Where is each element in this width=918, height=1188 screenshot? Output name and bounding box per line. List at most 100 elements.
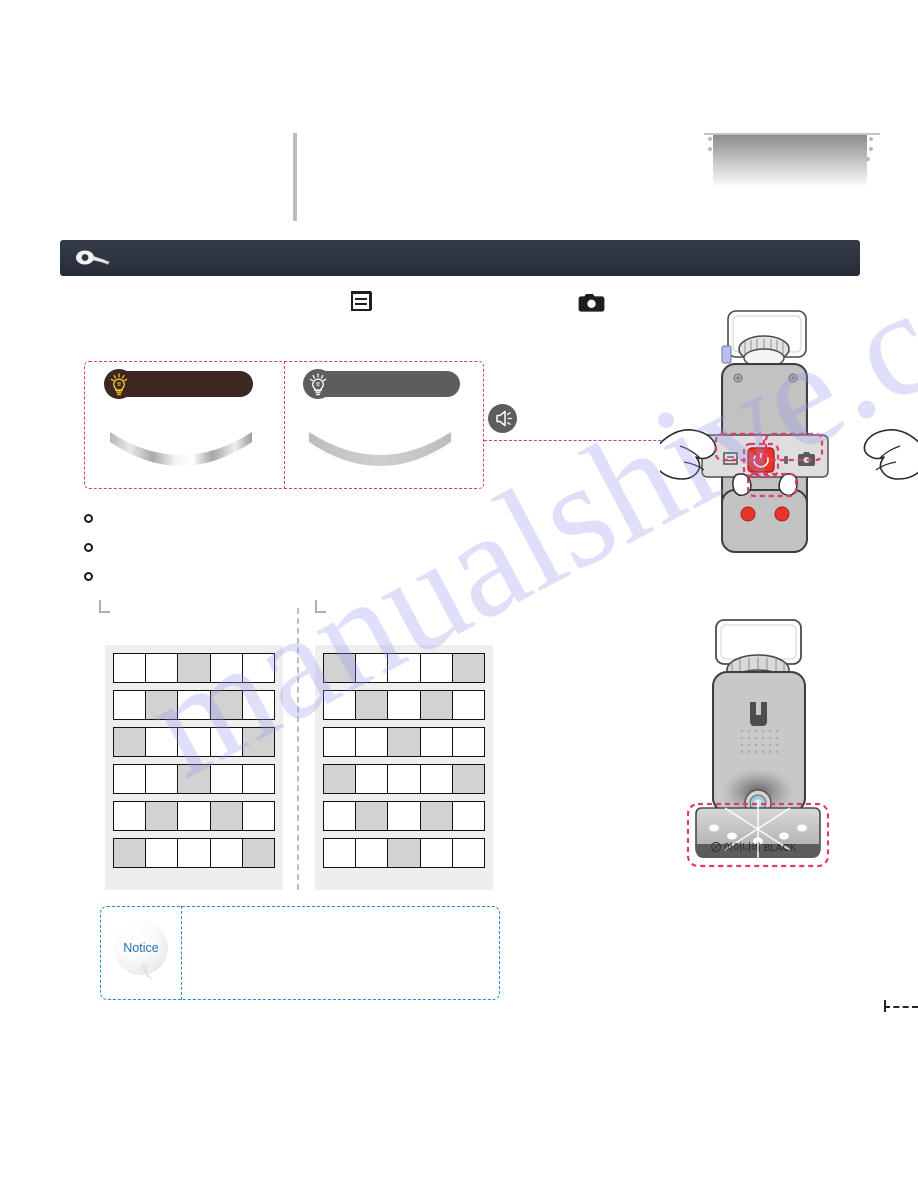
tab-dot xyxy=(866,157,870,161)
table-cell xyxy=(242,765,275,793)
bullet-marker xyxy=(84,572,93,581)
table-cell xyxy=(146,728,179,756)
table-cell xyxy=(210,765,243,793)
table-cell xyxy=(356,691,389,719)
tab-dot xyxy=(869,137,873,141)
table-cell xyxy=(452,839,485,867)
table-cell xyxy=(452,765,485,793)
table-cell xyxy=(420,654,453,682)
device-held-in-hands-illustration xyxy=(660,310,918,553)
table-cell xyxy=(324,839,357,867)
table-cell xyxy=(146,765,179,793)
table-cell xyxy=(356,765,389,793)
table-row xyxy=(323,690,485,720)
brand-logo: 아이나비 BLACK xyxy=(710,841,797,854)
tab-dot xyxy=(708,137,712,141)
table-cell xyxy=(452,802,485,830)
tab-dot xyxy=(869,147,873,151)
table-row xyxy=(113,727,275,757)
table-cell xyxy=(452,691,485,719)
table-row xyxy=(323,838,485,868)
device-front-illustration: 아이나비 BLACK xyxy=(686,619,830,868)
tab-dot xyxy=(708,147,712,151)
table-divider xyxy=(297,608,299,890)
table-cell xyxy=(324,654,357,682)
table-cell xyxy=(114,765,147,793)
table-row xyxy=(113,838,275,868)
table-cell xyxy=(242,802,275,830)
table-row xyxy=(113,764,275,794)
table-cell xyxy=(242,728,275,756)
table-cell xyxy=(210,654,243,682)
table-cell xyxy=(210,691,243,719)
lightbulb-icon xyxy=(309,373,327,396)
table-cell xyxy=(178,765,211,793)
lightbulb-on-badge xyxy=(104,369,134,399)
table-cell xyxy=(420,839,453,867)
table-cell xyxy=(114,839,147,867)
table-cell xyxy=(146,839,179,867)
bullet-marker xyxy=(84,514,93,523)
table-cell xyxy=(388,839,421,867)
corner-marker-right xyxy=(315,600,326,613)
notice-bubble-tail xyxy=(141,963,153,980)
table-cell xyxy=(420,728,453,756)
table-cell xyxy=(178,802,211,830)
table-cell xyxy=(242,839,275,867)
led-strip-on-arc xyxy=(110,432,252,466)
table-row xyxy=(323,653,485,683)
spec-table-right xyxy=(315,645,493,890)
table-cell xyxy=(242,691,275,719)
table-cell xyxy=(324,802,357,830)
crop-mark-line xyxy=(884,1006,918,1008)
lightbulb-icon xyxy=(110,373,128,396)
table-cell xyxy=(114,691,147,719)
table-cell xyxy=(388,654,421,682)
spec-table-left xyxy=(105,645,283,890)
svg-text:아이나비 BLACK: 아이나비 BLACK xyxy=(724,842,797,854)
speaker-sound-icon xyxy=(496,410,512,427)
notice-label: Notice xyxy=(123,941,159,955)
table-cell xyxy=(420,802,453,830)
led-strip-off-arc xyxy=(309,432,451,466)
table-row xyxy=(323,727,485,757)
table-cell xyxy=(178,691,211,719)
table-cell xyxy=(242,654,275,682)
table-cell xyxy=(356,728,389,756)
lightbulb-off-badge xyxy=(303,369,333,399)
table-cell xyxy=(178,654,211,682)
table-cell xyxy=(324,691,357,719)
table-row xyxy=(113,801,275,831)
table-row xyxy=(113,690,275,720)
table-cell xyxy=(210,839,243,867)
table-cell xyxy=(388,802,421,830)
table-cell xyxy=(146,691,179,719)
table-cell xyxy=(324,728,357,756)
table-cell xyxy=(210,802,243,830)
corner-marker-left xyxy=(99,600,110,613)
table-cell xyxy=(114,802,147,830)
table-cell xyxy=(356,839,389,867)
table-cell xyxy=(356,802,389,830)
table-cell xyxy=(388,691,421,719)
table-cell xyxy=(146,654,179,682)
menu-list-icon xyxy=(351,291,372,311)
table-row xyxy=(113,653,275,683)
table-cell xyxy=(114,654,147,682)
table-cell xyxy=(356,654,389,682)
table-cell xyxy=(388,728,421,756)
table-cell xyxy=(420,691,453,719)
dashcam-icon xyxy=(76,250,110,265)
speaker-sound-badge xyxy=(488,404,517,433)
camera-icon xyxy=(578,294,605,312)
table-cell xyxy=(114,728,147,756)
table-cell xyxy=(146,802,179,830)
bullet-marker xyxy=(84,543,93,552)
table-cell xyxy=(324,765,357,793)
table-cell xyxy=(178,839,211,867)
table-cell xyxy=(178,728,211,756)
document-page: manualshive.com Notice 아이나비 BLACK xyxy=(0,0,918,1188)
table-row xyxy=(323,764,485,794)
table-cell xyxy=(420,765,453,793)
table-row xyxy=(323,801,485,831)
